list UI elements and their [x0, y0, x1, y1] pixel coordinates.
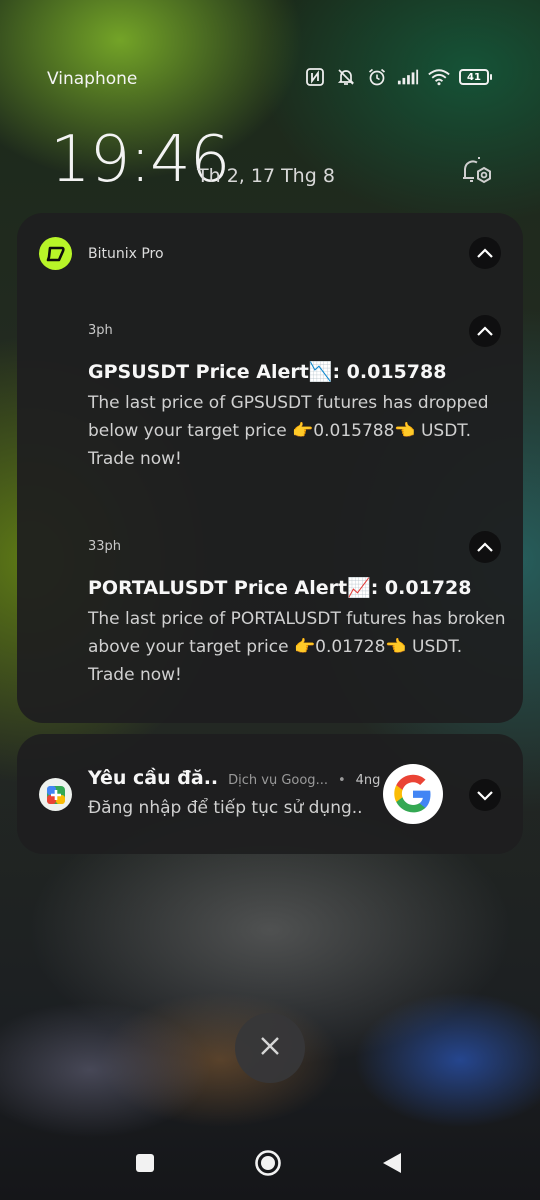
notification-item[interactable]: 3ph GPSUSDT Price Alert📉: 0.015788 The l… — [88, 323, 508, 473]
notification-time: 3ph — [88, 323, 113, 338]
nfc-icon — [304, 66, 326, 88]
lockscreen-date: Th 2, 17 Thg 8 — [197, 165, 335, 187]
status-icons: 41 — [304, 66, 492, 88]
notification-body: The last price of PORTALUSDT futures has… — [88, 609, 506, 685]
notification-time: 4ng — [355, 773, 381, 788]
bell-settings-icon — [459, 154, 493, 192]
back-triangle-icon — [380, 1151, 404, 1179]
clear-all-notifications-button[interactable] — [235, 1013, 305, 1083]
bell-off-icon — [335, 66, 357, 88]
lockscreen-clock: 19:46 — [50, 123, 230, 197]
battery-level: 41 — [459, 69, 489, 85]
notification-header: Yêu cầu đă.. Dịch vụ Goog... • 4ng — [88, 767, 388, 789]
chevron-down-icon — [476, 786, 494, 805]
notification-settings-button[interactable] — [458, 155, 494, 191]
notification-body: The last price of GPSUSDT futures has dr… — [88, 393, 489, 469]
recents-button[interactable] — [130, 1150, 160, 1180]
google-play-services-icon — [39, 778, 72, 811]
notification-source: Dịch vụ Goog... — [228, 773, 328, 788]
navigation-bar — [0, 1130, 540, 1200]
chevron-up-icon — [476, 244, 494, 263]
bitunix-logo-icon — [39, 237, 72, 270]
google-logo-icon — [383, 764, 443, 824]
home-circle-icon — [254, 1149, 282, 1181]
notification-time: 33ph — [88, 539, 122, 554]
notification-title: Yêu cầu đă.. — [88, 767, 219, 789]
notification-item[interactable]: 33ph PORTALUSDT Price Alert📈: 0.01728 Th… — [88, 539, 508, 689]
alarm-icon — [366, 66, 388, 88]
back-button[interactable] — [377, 1150, 407, 1180]
notification-google-services[interactable]: Yêu cầu đă.. Dịch vụ Goog... • 4ng Đăng … — [17, 734, 523, 854]
app-name: Bitunix Pro — [88, 245, 164, 262]
wifi-icon — [428, 66, 450, 88]
app-header: Bitunix Pro — [39, 237, 164, 270]
battery-icon: 41 — [459, 69, 492, 85]
notification-group-bitunix[interactable]: Bitunix Pro 3ph GPSUSDT Price Alert📉: 0.… — [17, 213, 523, 723]
close-icon — [259, 1035, 281, 1061]
carrier-name: Vinaphone — [47, 69, 138, 89]
expand-notification-button[interactable] — [469, 779, 501, 811]
collapse-group-button[interactable] — [469, 237, 501, 269]
signal-icon — [397, 66, 419, 88]
notification-title: GPSUSDT Price Alert📉: 0.015788 — [88, 361, 447, 383]
notification-body: Đăng nhập để tiếp tục sử dụng.. — [88, 798, 363, 818]
notification-title: PORTALUSDT Price Alert📈: 0.01728 — [88, 577, 472, 599]
home-button[interactable] — [253, 1150, 283, 1180]
separator: • — [337, 773, 346, 788]
square-icon — [134, 1152, 156, 1178]
